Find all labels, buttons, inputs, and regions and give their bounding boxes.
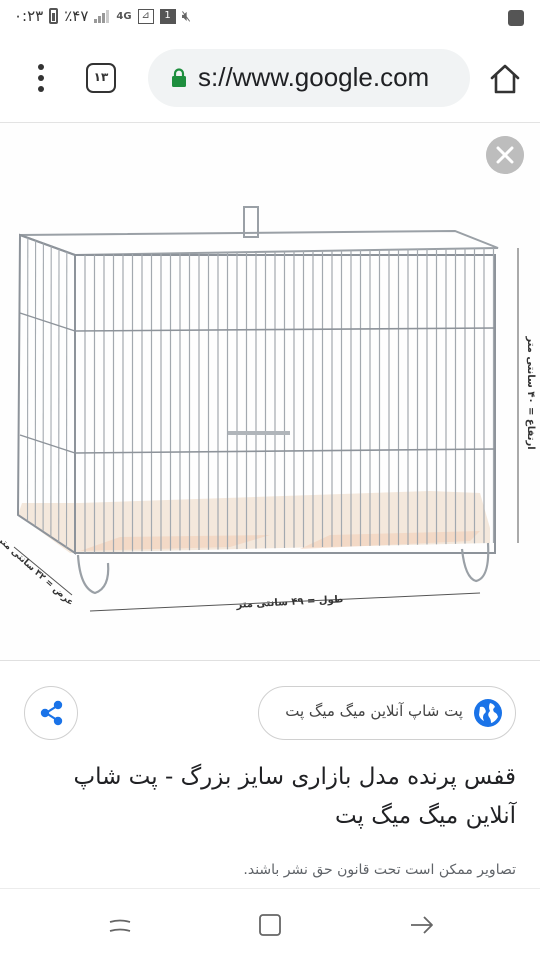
battery-icon	[49, 8, 58, 24]
signal-icon	[94, 9, 110, 23]
source-name: پت شاپ آنلاین میگ میگ پت	[285, 702, 463, 720]
signal-box-icon: ⊿	[138, 9, 154, 24]
url-text: s://www.google.com	[198, 62, 429, 93]
divider	[0, 660, 540, 661]
globe-icon	[473, 698, 503, 728]
lock-icon	[171, 68, 187, 88]
height-dimension-label: ارتفاع = ۴۰ سانتی متر	[525, 335, 536, 449]
status-left: ۰:۲۳ ٪۴۷ 4G ⊿ 1 🔇︎	[14, 7, 191, 25]
share-button[interactable]	[24, 686, 78, 740]
share-icon	[25, 687, 77, 739]
address-bar[interactable]: s://www.google.com	[148, 49, 470, 107]
mute-icon: 🔇︎	[182, 7, 191, 25]
bird-cage-image[interactable]: ارتفاع = ۴۰ سانتی متر طول = ۴۹ سانتی متر…	[0, 123, 540, 660]
menu-icon[interactable]	[30, 60, 52, 96]
recent-apps-icon[interactable]	[106, 911, 134, 939]
app-notification-icon	[508, 10, 524, 26]
copyright-notice: تصاویر ممکن است تحت قانون حق نشر باشند.	[243, 862, 516, 878]
length-dimension-label: طول = ۴۹ سانتی متر	[235, 594, 343, 611]
source-link[interactable]: پت شاپ آنلاین میگ میگ پت	[258, 686, 516, 740]
navigation-bar	[0, 888, 540, 961]
browser-toolbar: ۱۳ s://www.google.com	[0, 36, 540, 123]
close-icon[interactable]	[486, 136, 524, 174]
network-type: 4G	[116, 11, 131, 22]
status-time: ۰:۲۳	[14, 7, 43, 25]
status-bar: ۰:۲۳ ٪۴۷ 4G ⊿ 1 🔇︎	[0, 0, 540, 36]
back-icon[interactable]	[408, 911, 436, 939]
home-icon[interactable]	[489, 63, 521, 95]
battery-percent: ٪۴۷	[64, 7, 88, 25]
home-nav-icon[interactable]	[256, 911, 284, 939]
notification-count: 1	[160, 9, 176, 24]
tabs-button[interactable]: ۱۳	[86, 63, 116, 93]
result-title[interactable]: قفس پرنده مدل بازاری سایز بزرگ - پت شاپ …	[16, 758, 516, 836]
